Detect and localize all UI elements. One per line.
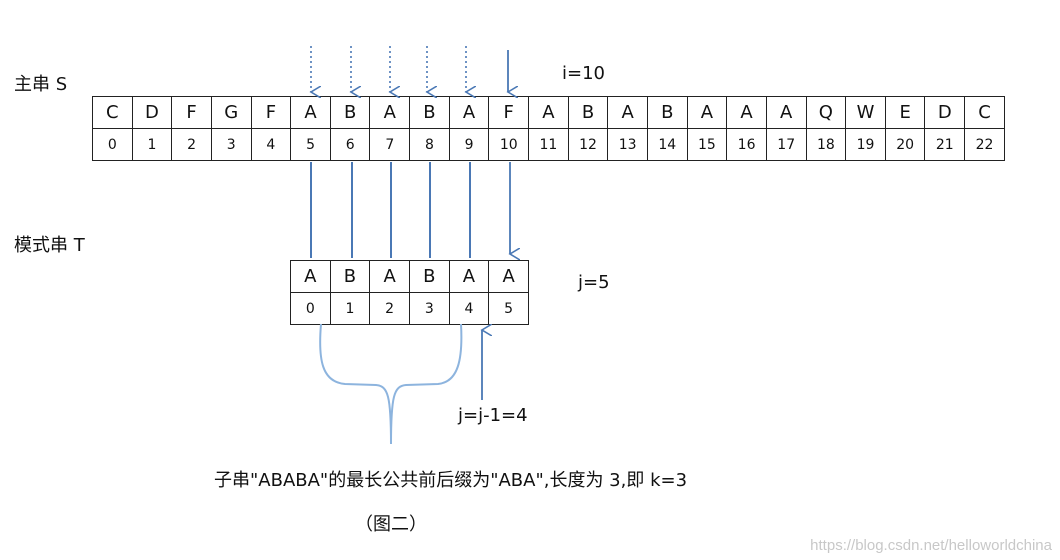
- match-connectors: [310, 162, 471, 258]
- caption: 子串"ABABA"的最长公共前后缀为"ABA",长度为 3,即 k=3: [214, 470, 688, 491]
- brace-icon: [319, 323, 463, 445]
- dotted-arrows: [311, 46, 466, 92]
- watermark: https://blog.csdn.net/helloworldchina: [810, 537, 1052, 554]
- figure-label: （图二）: [355, 514, 427, 535]
